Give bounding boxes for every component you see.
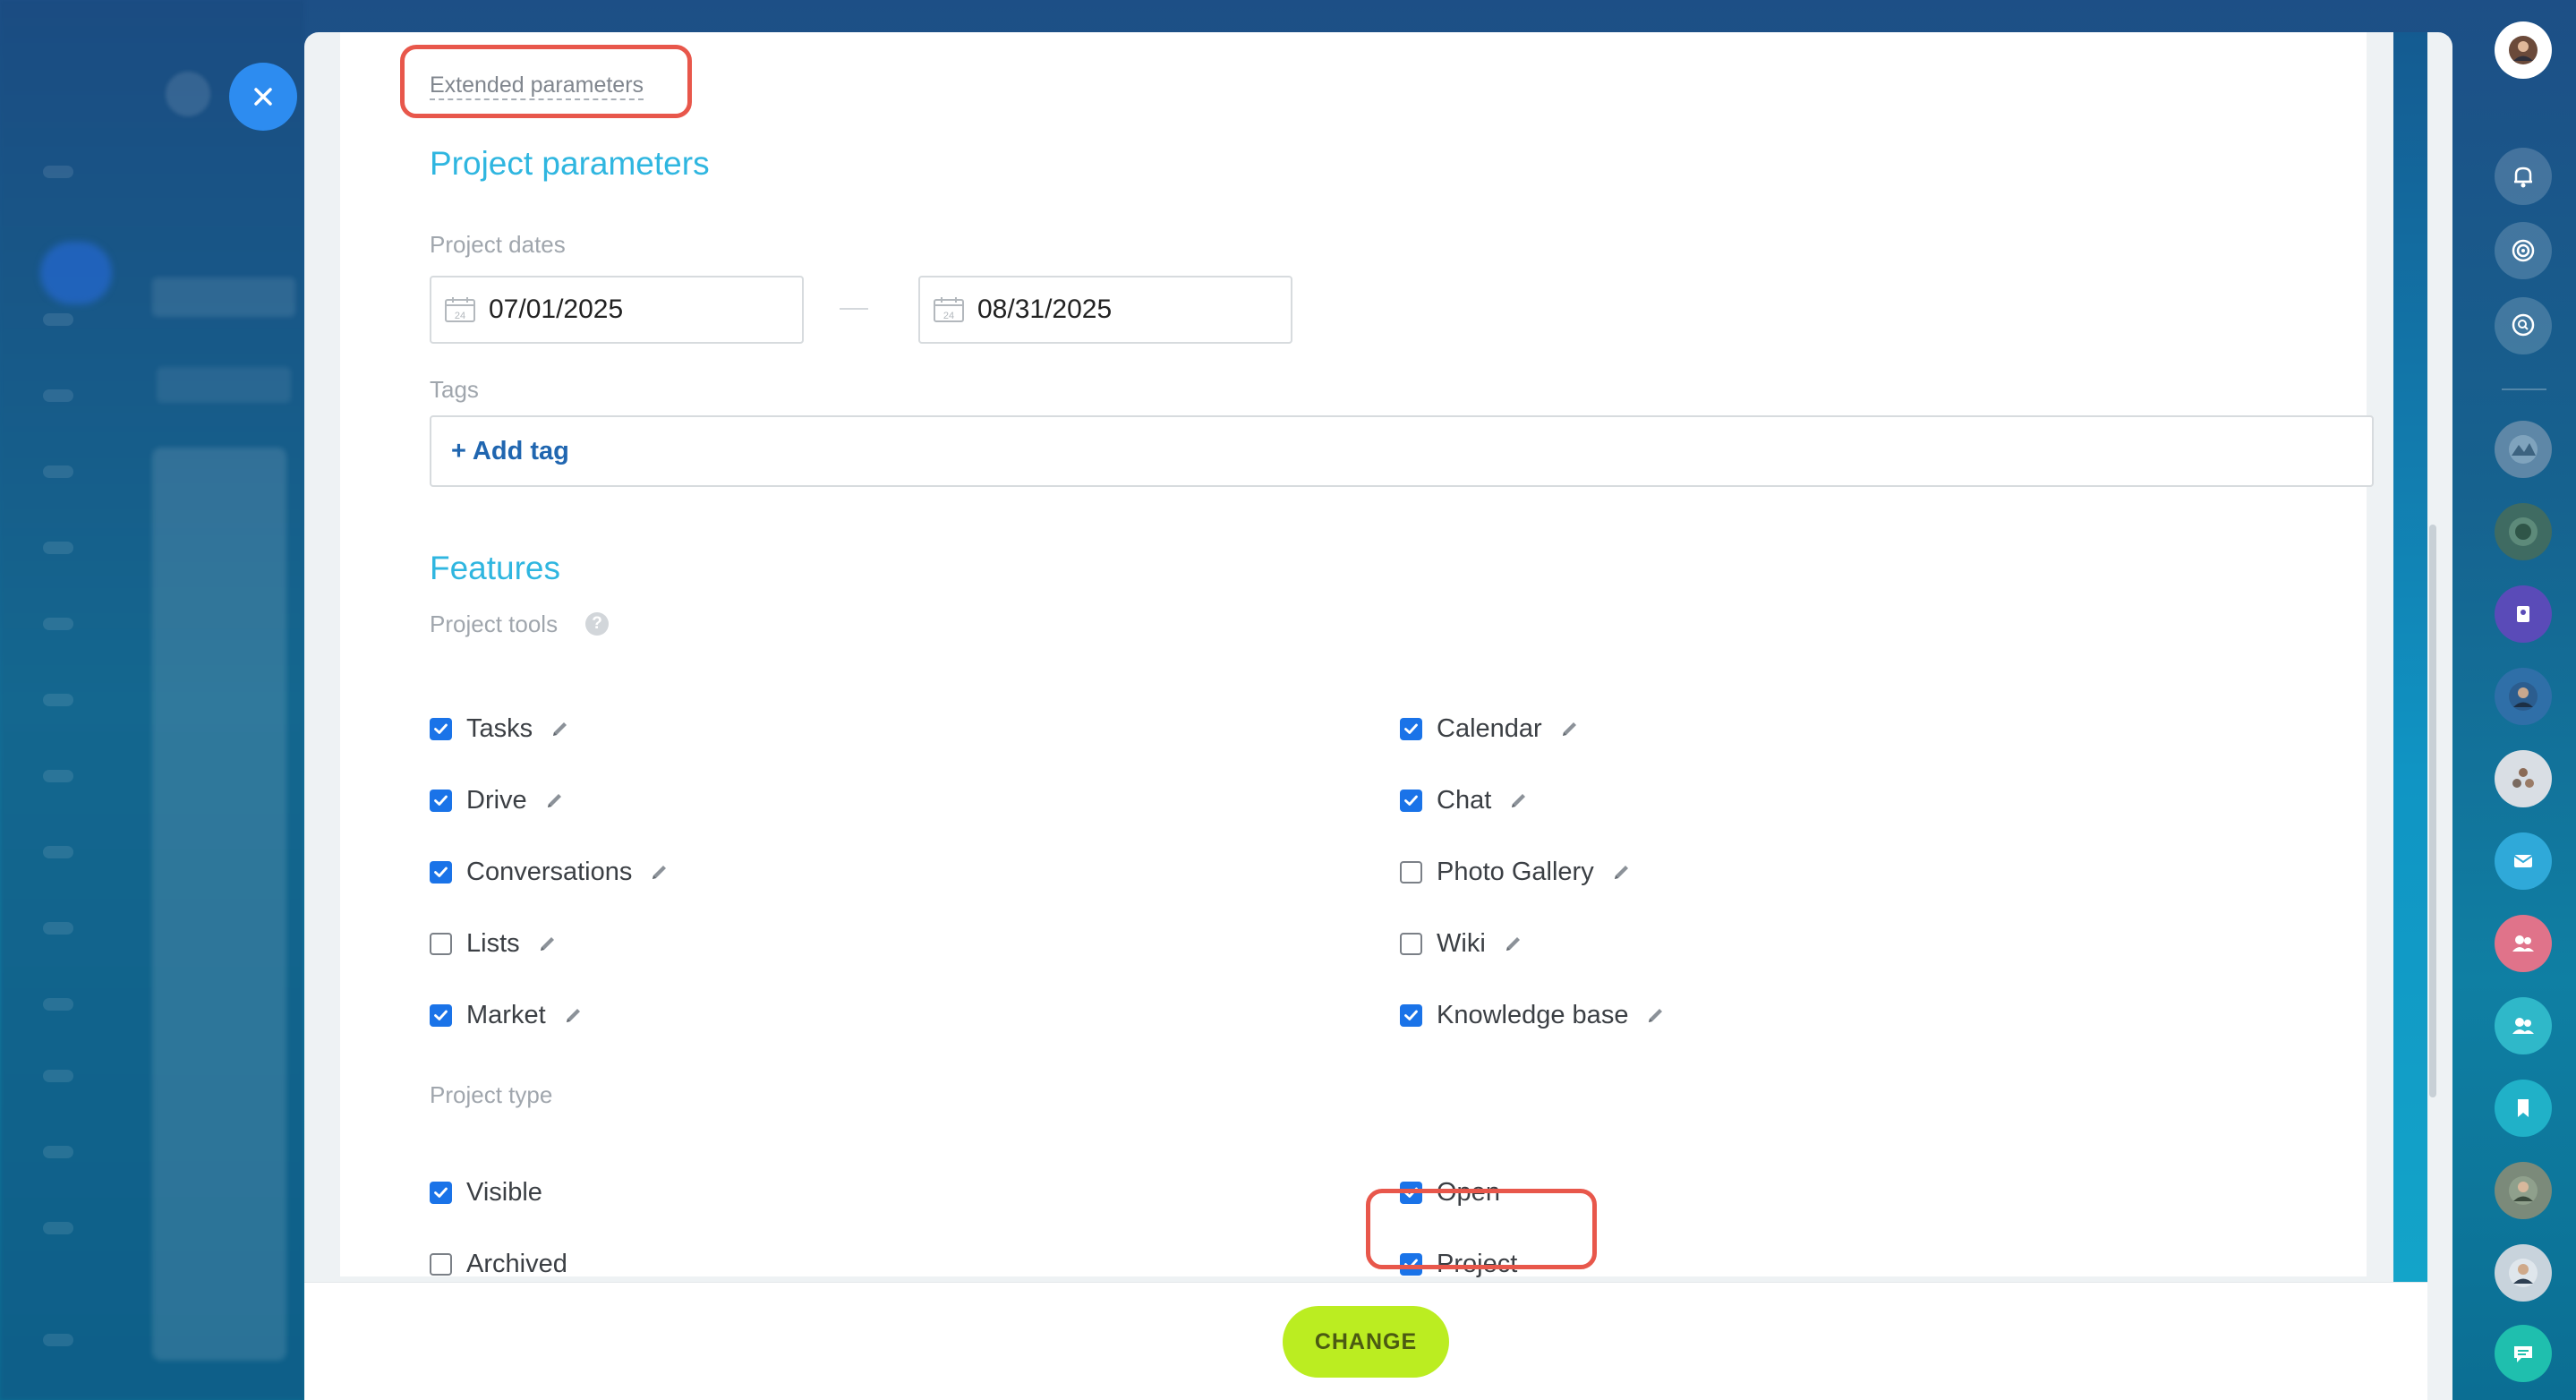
checkbox-knowledge-base[interactable] [1400,1003,1422,1027]
calendar-day: 24 [943,311,954,321]
checkbox-conversations[interactable] [430,860,452,884]
checkbox-tasks[interactable] [430,717,452,740]
user-avatar-icon[interactable] [2495,1244,2552,1302]
checkbox-row-market[interactable]: Market [430,997,584,1033]
checkbox-row-lists[interactable]: Lists [430,926,558,961]
checkbox-label: Wiki [1437,928,1486,958]
settings-card: Extended parameters Project parameters P… [340,32,2374,1278]
user-avatar-icon[interactable] [2495,1162,2552,1219]
calendar-icon: 24 [445,297,475,322]
checkbox-label: Drive [466,785,527,815]
edit-pencil-icon[interactable] [1560,719,1580,738]
checkbox-visible[interactable] [430,1181,452,1204]
start-date-input[interactable]: 24 07/01/2025 [430,276,804,344]
highlight-frame [1366,1189,1597,1269]
project-type-label: Project type [430,1081,553,1108]
bell-icon[interactable] [2495,148,2552,205]
checkbox-calendar[interactable] [1400,717,1422,740]
edit-pencil-icon[interactable] [538,934,558,953]
checkbox-row-archived[interactable]: Archived [430,1246,567,1282]
checkbox-row-photo-gallery[interactable]: Photo Gallery [1400,854,1632,890]
edit-pencil-icon[interactable] [564,1005,584,1025]
help-icon[interactable]: ? [585,612,609,636]
background-panel [152,448,286,1361]
checkbox-row-visible[interactable]: Visible [430,1174,542,1210]
right-panel [2470,0,2576,1400]
background-heading [152,277,295,317]
checkbox-label: Conversations [466,857,633,886]
group-avatar-icon[interactable] [2495,503,2552,560]
checkbox-lists[interactable] [430,932,452,955]
chat-bubble-icon[interactable] [2495,1325,2552,1382]
close-slider-button[interactable] [229,63,297,131]
edit-pencil-icon[interactable] [1612,862,1632,882]
checkbox-label: Chat [1437,785,1492,815]
edit-pencil-icon[interactable] [650,862,670,882]
checkbox-row-chat[interactable]: Chat [1400,782,1529,818]
group-icon[interactable] [2495,915,2552,972]
checkbox-archived[interactable] [430,1252,452,1276]
extended-parameters-link[interactable]: Extended parameters [430,72,644,100]
features-title: Features [430,550,561,586]
slider-footer: CHANGE [304,1282,2427,1400]
settings-slider: Extended parameters Project parameters P… [304,32,2452,1400]
project-parameters-title: Project parameters [430,145,710,182]
add-tag-link[interactable]: + Add tag [451,437,569,466]
checkbox-market[interactable] [430,1003,452,1027]
start-date-value: 07/01/2025 [489,295,624,324]
date-range-separator [840,308,868,310]
group-icon[interactable] [2495,997,2552,1054]
calendar-icon: 24 [934,297,964,322]
contact-book-icon[interactable] [2495,585,2552,643]
project-dates-label: Project dates [430,231,566,258]
change-button[interactable]: CHANGE [1283,1306,1449,1378]
checkbox-row-calendar[interactable]: Calendar [1400,711,1580,747]
checkbox-drive[interactable] [430,789,452,812]
checkbox-row-conversations[interactable]: Conversations [430,854,670,890]
multi-user-avatar-icon[interactable] [2495,750,2552,807]
edit-pencil-icon[interactable] [1509,790,1529,810]
edit-pencil-icon[interactable] [550,719,570,738]
edit-pencil-icon[interactable] [1646,1005,1666,1025]
user-avatar-icon[interactable] [2495,668,2552,725]
checkbox-label: Visible [466,1177,542,1207]
scrollbar[interactable] [2429,525,2436,1097]
edit-pencil-icon[interactable] [1504,934,1523,953]
mail-icon[interactable] [2495,832,2552,890]
checkbox-label: Calendar [1437,713,1542,743]
checkbox-label: Tasks [466,713,533,743]
right-panel-separator [2502,388,2546,390]
search-chat-icon[interactable] [2495,297,2552,354]
checkbox-row-drive[interactable]: Drive [430,782,565,818]
checkbox-wiki[interactable] [1400,932,1422,955]
checkbox-label: Market [466,1000,546,1029]
checkbox-label: Photo Gallery [1437,857,1594,886]
bookmark-icon[interactable] [2495,1080,2552,1137]
tags-field: + Add tag [430,415,2374,487]
end-date-input[interactable]: 24 08/31/2025 [918,276,1292,344]
checkbox-row-wiki[interactable]: Wiki [1400,926,1523,961]
background-badge [40,242,112,304]
calendar-day: 24 [455,311,465,321]
slider-edge [2393,32,2427,1285]
target-icon[interactable] [2495,222,2552,279]
background-subheading [157,367,291,403]
checkbox-row-tasks[interactable]: Tasks [430,711,570,747]
checkbox-label: Lists [466,928,520,958]
user-avatar-icon[interactable] [2495,21,2552,79]
project-tools-label: Project tools [430,610,559,637]
checkbox-row-knowledge-base[interactable]: Knowledge base [1400,997,1666,1033]
checkbox-chat[interactable] [1400,789,1422,812]
checkbox-photo-gallery[interactable] [1400,860,1422,884]
checkbox-label: Knowledge base [1437,1000,1629,1029]
edit-pencil-icon[interactable] [545,790,565,810]
close-icon [254,88,272,106]
background-logo [166,72,210,116]
group-avatar-icon[interactable] [2495,421,2552,478]
checkbox-label: Archived [466,1249,567,1278]
tags-label: Tags [430,376,479,403]
end-date-value: 08/31/2025 [977,295,1113,324]
